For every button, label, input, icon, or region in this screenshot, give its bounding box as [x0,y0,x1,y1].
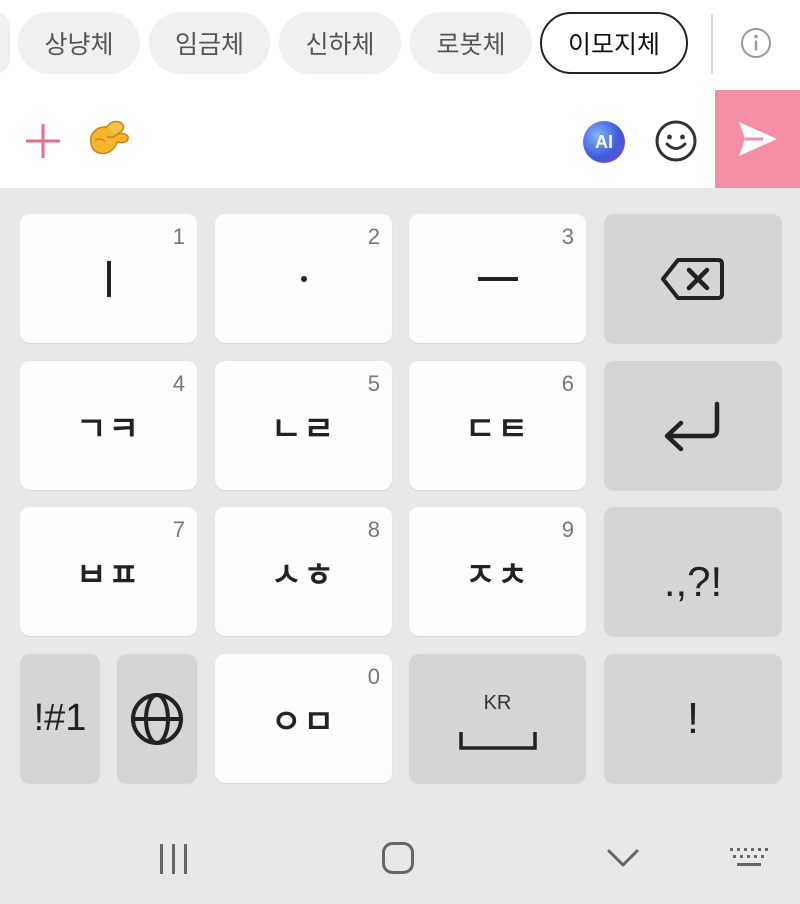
key-label: ㅂㅍ [76,554,141,594]
ai-icon[interactable]: AI [583,121,625,163]
hide-keyboard-icon[interactable] [606,848,640,872]
keyboard: 1 2 3 4 ㄱㅋ 5 ㄴㄹ 6 ㄷㅌ 7 ㅂㅍ 8 ㅅㅎ 9 ㅈㅊ .,?!… [0,188,800,904]
space-key[interactable]: KR [409,654,586,783]
pinching-hand-emoji-icon[interactable] [83,112,133,162]
key-glyph [477,276,518,281]
space-language-label: KR [483,692,512,714]
key-number: 3 [561,224,574,249]
language-key[interactable] [117,654,197,783]
keyboard-switch-icon[interactable] [729,846,769,874]
smile-icon[interactable] [653,118,699,164]
enter-key[interactable] [604,361,782,490]
backspace-icon [661,257,724,300]
chip-emoji-selected[interactable]: 이모지체 [540,12,688,74]
key-label: .,?! [663,557,723,605]
chip-sinha[interactable]: 신하체 [279,12,401,74]
key-label: ㅇㅁ [271,701,336,741]
exclamation-key[interactable]: ! [604,654,782,783]
chip-robot[interactable]: 로봇체 [410,12,532,74]
style-chip-bar: 상냥체 임금체 신하체 로봇체 이모지체 [0,0,800,88]
key-2[interactable]: 2 [215,214,392,343]
chip-label: 임금체 [174,30,244,59]
info-icon[interactable] [740,27,772,59]
chip-label: 상냥체 [44,30,114,59]
key-label: ㅈㅊ [465,554,530,594]
key-label: ㄴㄹ [271,408,336,448]
key-number: 8 [367,517,380,542]
key-7[interactable]: 7 ㅂㅍ [20,507,197,636]
key-number: 7 [172,517,185,542]
recent-apps-icon[interactable] [158,842,190,880]
key-4[interactable]: 4 ㄱㅋ [20,361,197,490]
plus-icon[interactable] [24,122,62,160]
key-5[interactable]: 5 ㄴㄹ [215,361,392,490]
key-label: ㅅㅎ [271,554,336,594]
send-button[interactable] [715,90,800,188]
key-label: ㄷㅌ [465,408,530,448]
ai-label: AI [595,131,613,152]
key-9[interactable]: 9 ㅈㅊ [409,507,586,636]
key-6[interactable]: 6 ㄷㅌ [409,361,586,490]
space-icon [458,731,537,750]
enter-icon [664,401,720,451]
home-icon[interactable] [381,841,415,879]
key-0[interactable]: 0 ㅇㅁ [215,654,392,783]
key-number: 2 [367,224,380,249]
key-8[interactable]: 8 ㅅㅎ [215,507,392,636]
symbols-key[interactable]: !#1 [20,654,100,783]
key-1[interactable]: 1 [20,214,197,343]
punctuation-key[interactable]: .,?! [604,507,782,636]
key-label: ! [686,693,700,743]
key-number: 6 [561,371,574,396]
key-glyph [300,275,307,282]
globe-icon [131,692,183,745]
key-label: ㄱㅋ [76,408,141,448]
key-number: 1 [172,224,185,249]
key-number: 5 [367,371,380,396]
chip-partial-left[interactable] [0,12,10,74]
key-number: 0 [367,664,380,689]
navigation-bar [0,820,800,904]
chip-imgeum[interactable]: 임금체 [149,12,270,74]
send-icon [738,122,777,156]
key-3[interactable]: 3 [409,214,586,343]
chip-label: 로봇체 [436,30,506,59]
key-number: 9 [561,517,574,542]
keyboard-toolbar: AI [0,88,800,188]
key-glyph [106,260,111,297]
key-label: !#1 [33,697,87,739]
chip-sangnyang[interactable]: 상냥체 [18,12,140,74]
backspace-key[interactable] [604,214,782,343]
chip-label: 이모지체 [567,30,660,59]
chip-divider [711,14,713,74]
chip-label: 신하체 [305,30,375,59]
key-number: 4 [172,371,185,396]
